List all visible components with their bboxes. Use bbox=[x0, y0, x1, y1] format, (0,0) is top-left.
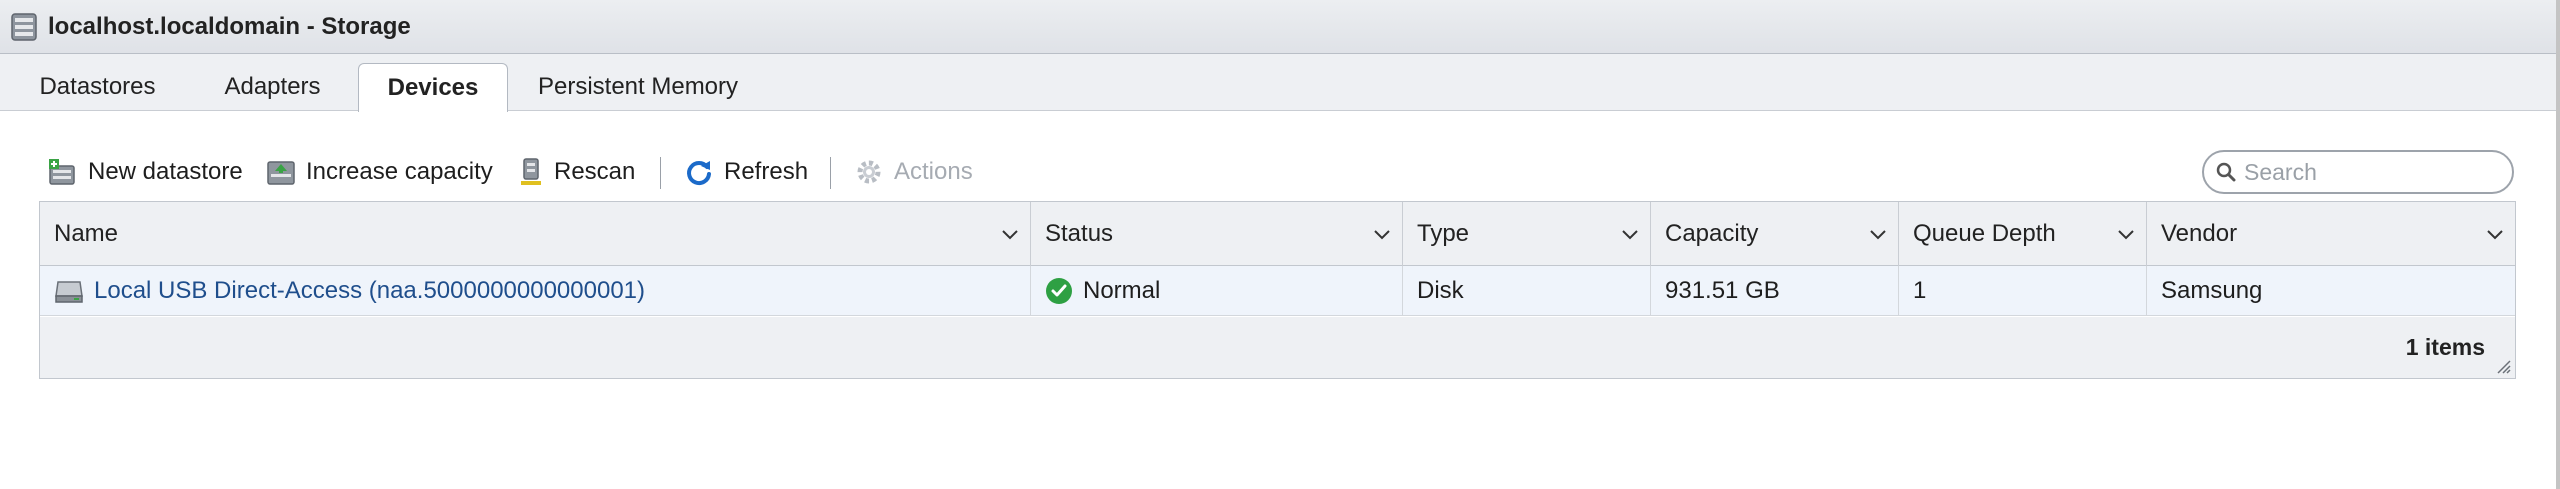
gear-icon bbox=[857, 160, 881, 184]
rescan-button[interactable]: Rescan bbox=[518, 150, 635, 194]
tab-devices[interactable]: Devices bbox=[358, 63, 508, 112]
check-circle-icon bbox=[1046, 278, 1072, 304]
devices-table: Name Status Type Capacity Queue Depth Ve… bbox=[39, 201, 2516, 379]
new-datastore-icon bbox=[49, 159, 75, 185]
column-label: Type bbox=[1417, 220, 1470, 247]
status-cell: Normal bbox=[1031, 266, 1403, 316]
column-header-vendor[interactable]: Vendor bbox=[2147, 202, 2515, 266]
rescan-icon bbox=[521, 158, 541, 185]
table-footer: 1 items bbox=[40, 317, 2515, 378]
status-text: Normal bbox=[1083, 277, 1161, 304]
chevron-down-icon[interactable] bbox=[2485, 224, 2505, 244]
chevron-down-icon[interactable] bbox=[2116, 224, 2136, 244]
tab-persistent-memory[interactable]: Persistent Memory bbox=[528, 63, 748, 111]
column-header-type[interactable]: Type bbox=[1403, 202, 1651, 266]
chevron-down-icon[interactable] bbox=[1372, 224, 1392, 244]
window-title: localhost.localdomain - Storage bbox=[48, 12, 411, 40]
type-cell: Disk bbox=[1403, 266, 1651, 316]
column-header-queue-depth[interactable]: Queue Depth bbox=[1899, 202, 2147, 266]
increase-capacity-button[interactable]: Increase capacity bbox=[266, 150, 493, 194]
item-count: 1 items bbox=[2405, 334, 2485, 360]
refresh-label: Refresh bbox=[724, 158, 809, 185]
chevron-down-icon[interactable] bbox=[1000, 224, 1020, 244]
chevron-down-icon[interactable] bbox=[1620, 224, 1640, 244]
search-input[interactable] bbox=[2244, 158, 2504, 186]
actions-label: Actions bbox=[894, 158, 973, 185]
device-name-link[interactable]: Local USB Direct-Access (naa.50000000000… bbox=[94, 277, 645, 305]
column-label: Queue Depth bbox=[1913, 220, 2056, 247]
column-label: Name bbox=[54, 220, 119, 247]
tab-adapters[interactable]: Adapters bbox=[200, 63, 345, 111]
search-icon bbox=[2216, 162, 2236, 182]
refresh-button[interactable]: Refresh bbox=[684, 150, 808, 194]
column-label: Capacity bbox=[1665, 220, 1759, 247]
column-label: Vendor bbox=[2161, 220, 2238, 247]
rescan-label: Rescan bbox=[554, 158, 636, 185]
toolbar-separator bbox=[660, 157, 661, 189]
storage-window: localhost.localdomain - Storage Datastor… bbox=[0, 0, 2556, 489]
column-label: Status bbox=[1045, 220, 1114, 247]
window-edge bbox=[2556, 0, 2560, 489]
chevron-down-icon[interactable] bbox=[1868, 224, 1888, 244]
toolbar: New datastore Increase capacity Rescan R… bbox=[0, 150, 2556, 194]
column-header-status[interactable]: Status bbox=[1031, 202, 1403, 266]
refresh-icon bbox=[687, 161, 711, 186]
actions-button[interactable]: Actions bbox=[854, 150, 973, 194]
toolbar-separator bbox=[830, 157, 831, 189]
table-header: Name Status Type Capacity Queue Depth Ve… bbox=[40, 202, 2515, 266]
new-datastore-button[interactable]: New datastore bbox=[48, 150, 243, 194]
queue-depth-cell: 1 bbox=[1899, 266, 2147, 316]
disk-icon bbox=[55, 281, 83, 303]
search-box[interactable] bbox=[2202, 150, 2514, 194]
capacity-cell: 931.51 GB bbox=[1651, 266, 1899, 316]
tab-bar: Datastores Adapters Devices Persistent M… bbox=[0, 54, 2556, 112]
column-header-name[interactable]: Name bbox=[40, 202, 1031, 266]
column-header-capacity[interactable]: Capacity bbox=[1651, 202, 1899, 266]
device-name-cell[interactable]: Local USB Direct-Access (naa.50000000000… bbox=[40, 266, 1031, 316]
new-datastore-label: New datastore bbox=[88, 158, 243, 185]
storage-icon bbox=[11, 12, 37, 41]
tab-datastores[interactable]: Datastores bbox=[20, 63, 175, 111]
vendor-cell: Samsung bbox=[2161, 277, 2263, 304]
resize-handle-icon[interactable] bbox=[2495, 358, 2511, 374]
table-row[interactable]: Local USB Direct-Access (naa.50000000000… bbox=[40, 266, 2515, 316]
increase-capacity-label: Increase capacity bbox=[306, 158, 493, 185]
increase-capacity-icon bbox=[267, 161, 295, 185]
title-bar: localhost.localdomain - Storage bbox=[0, 0, 2556, 54]
